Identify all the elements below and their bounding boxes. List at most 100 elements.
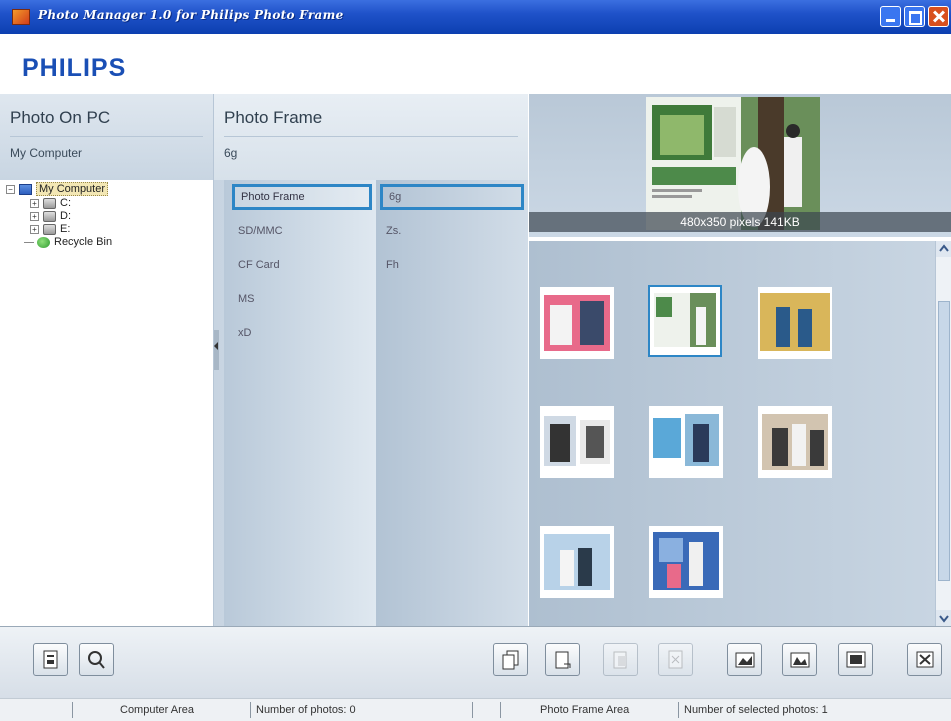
photo-thumbnail[interactable] — [540, 526, 614, 598]
recycle-bin-icon — [37, 236, 50, 248]
collapse-icon[interactable]: − — [6, 184, 15, 194]
window-title: Photo Manager 1.0 for Philips Photo Fram… — [38, 8, 344, 22]
drive-icon — [43, 197, 56, 209]
pc-panel: Photo On PC My Computer − My Computer + … — [0, 94, 214, 626]
divider — [472, 702, 473, 718]
drive-icon — [43, 210, 56, 222]
copy-button[interactable] — [493, 643, 528, 676]
status-bar: Computer Area Number of photos: 0 Photo … — [0, 698, 951, 721]
tree-item-my-computer[interactable]: − My Computer — [6, 182, 109, 196]
photo-thumbnail[interactable] — [649, 526, 723, 598]
divider — [10, 136, 203, 137]
photo-thumbnail-selected[interactable] — [648, 285, 722, 357]
status-frame-area: Photo Frame Area — [540, 704, 630, 716]
thumbnail-image — [650, 287, 720, 355]
capacity-item[interactable]: 6g — [380, 184, 524, 210]
thumbnail-grid — [529, 241, 935, 626]
drive-icon — [43, 223, 56, 235]
frame-panel-path: 6g — [224, 146, 238, 160]
copy-icon — [502, 650, 519, 670]
pc-panel-title: Photo On PC — [10, 108, 111, 127]
properties-icon — [43, 650, 58, 669]
thumbnail-image — [540, 526, 614, 598]
tree-item-label: E: — [60, 223, 71, 235]
search-icon — [88, 651, 105, 669]
rotate-right-button[interactable] — [782, 643, 817, 676]
tree-item-recycle-bin[interactable]: Recycle Bin — [24, 235, 112, 249]
maximize-button[interactable] — [904, 6, 925, 27]
thumbnail-image — [540, 406, 614, 478]
pc-panel-path: My Computer — [10, 146, 83, 160]
preview-image — [646, 97, 820, 230]
computer-icon — [19, 183, 32, 195]
rotate-left-button[interactable] — [727, 643, 762, 676]
thumbnail-image — [540, 287, 614, 359]
expand-icon[interactable]: + — [30, 211, 39, 221]
move-icon — [613, 651, 627, 669]
tree-item-label: Recycle Bin — [54, 236, 113, 248]
tree-item-e[interactable]: + E: — [30, 222, 70, 236]
photo-thumbnail[interactable] — [758, 406, 832, 478]
brand-logo: PHILIPS — [22, 54, 127, 82]
scroll-up-icon[interactable] — [936, 241, 951, 257]
photo-thumbnail[interactable] — [540, 406, 614, 478]
frame-panel: Photo Frame 6g Photo Frame SD/MMC CF Car… — [214, 94, 528, 626]
frame-panel-title: Photo Frame — [224, 108, 323, 127]
tree-item-d[interactable]: + D: — [30, 209, 71, 223]
thumbnail-scrollbar[interactable] — [935, 241, 951, 626]
slideshow-icon — [846, 651, 866, 668]
thumbnail-image — [758, 406, 832, 478]
paste-icon — [555, 651, 571, 669]
divider — [250, 702, 251, 718]
capacity-item[interactable]: Fh — [380, 252, 524, 278]
expand-icon[interactable]: + — [30, 198, 39, 208]
thumbnail-image — [758, 287, 832, 359]
preview-panel: 480x350 pixels 141KB — [529, 94, 951, 237]
memory-item-cf-card[interactable]: CF Card — [232, 252, 372, 278]
delete-button[interactable] — [658, 643, 693, 676]
capacity-item[interactable]: Zs. — [380, 218, 524, 244]
brand-bar: PHILIPS — [0, 34, 951, 94]
slideshow-button[interactable] — [838, 643, 873, 676]
minimize-button[interactable] — [880, 6, 901, 27]
frame-panel-header: Photo Frame 6g — [214, 94, 528, 180]
paste-button[interactable] — [545, 643, 580, 676]
divider — [500, 702, 501, 718]
app-icon — [12, 9, 30, 25]
scroll-down-icon[interactable] — [936, 610, 951, 626]
thumbnail-image — [649, 526, 723, 598]
close-window-button[interactable] — [928, 6, 949, 27]
search-button[interactable] — [79, 643, 114, 676]
photo-thumbnail[interactable] — [649, 406, 723, 478]
wedding-photo-preview — [646, 97, 820, 230]
memory-item-xd[interactable]: xD — [232, 320, 372, 346]
title-bar: Photo Manager 1.0 for Philips Photo Fram… — [0, 0, 951, 34]
photo-thumbnail[interactable] — [758, 287, 832, 359]
tree-line — [24, 241, 34, 243]
panel-splitter[interactable] — [214, 330, 219, 370]
tree-item-label: D: — [60, 210, 71, 222]
close-icon — [916, 651, 934, 668]
memory-list: Photo Frame SD/MMC CF Card MS xD — [224, 180, 376, 626]
divider — [678, 702, 679, 718]
properties-button[interactable] — [33, 643, 68, 676]
pc-panel-header: Photo On PC My Computer — [0, 94, 213, 180]
rotate-left-icon — [735, 652, 755, 668]
move-button[interactable] — [603, 643, 638, 676]
delete-icon — [668, 650, 683, 669]
memory-item-photo-frame[interactable]: Photo Frame — [232, 184, 372, 210]
divider — [224, 136, 518, 137]
tree-item-c[interactable]: + C: — [30, 196, 71, 210]
rotate-right-icon — [790, 652, 810, 668]
memory-item-sd-mmc[interactable]: SD/MMC — [232, 218, 372, 244]
thumbnail-image — [649, 406, 723, 478]
status-computer-area: Computer Area — [120, 704, 194, 716]
expand-icon[interactable]: + — [30, 224, 39, 234]
divider — [72, 702, 73, 718]
scroll-thumb[interactable] — [938, 301, 950, 581]
memory-item-ms[interactable]: MS — [232, 286, 372, 312]
photo-thumbnail[interactable] — [540, 287, 614, 359]
status-selected-count: Number of selected photos: 1 — [684, 704, 828, 716]
close-panel-button[interactable] — [907, 643, 942, 676]
tree-item-label: My Computer — [36, 182, 109, 196]
